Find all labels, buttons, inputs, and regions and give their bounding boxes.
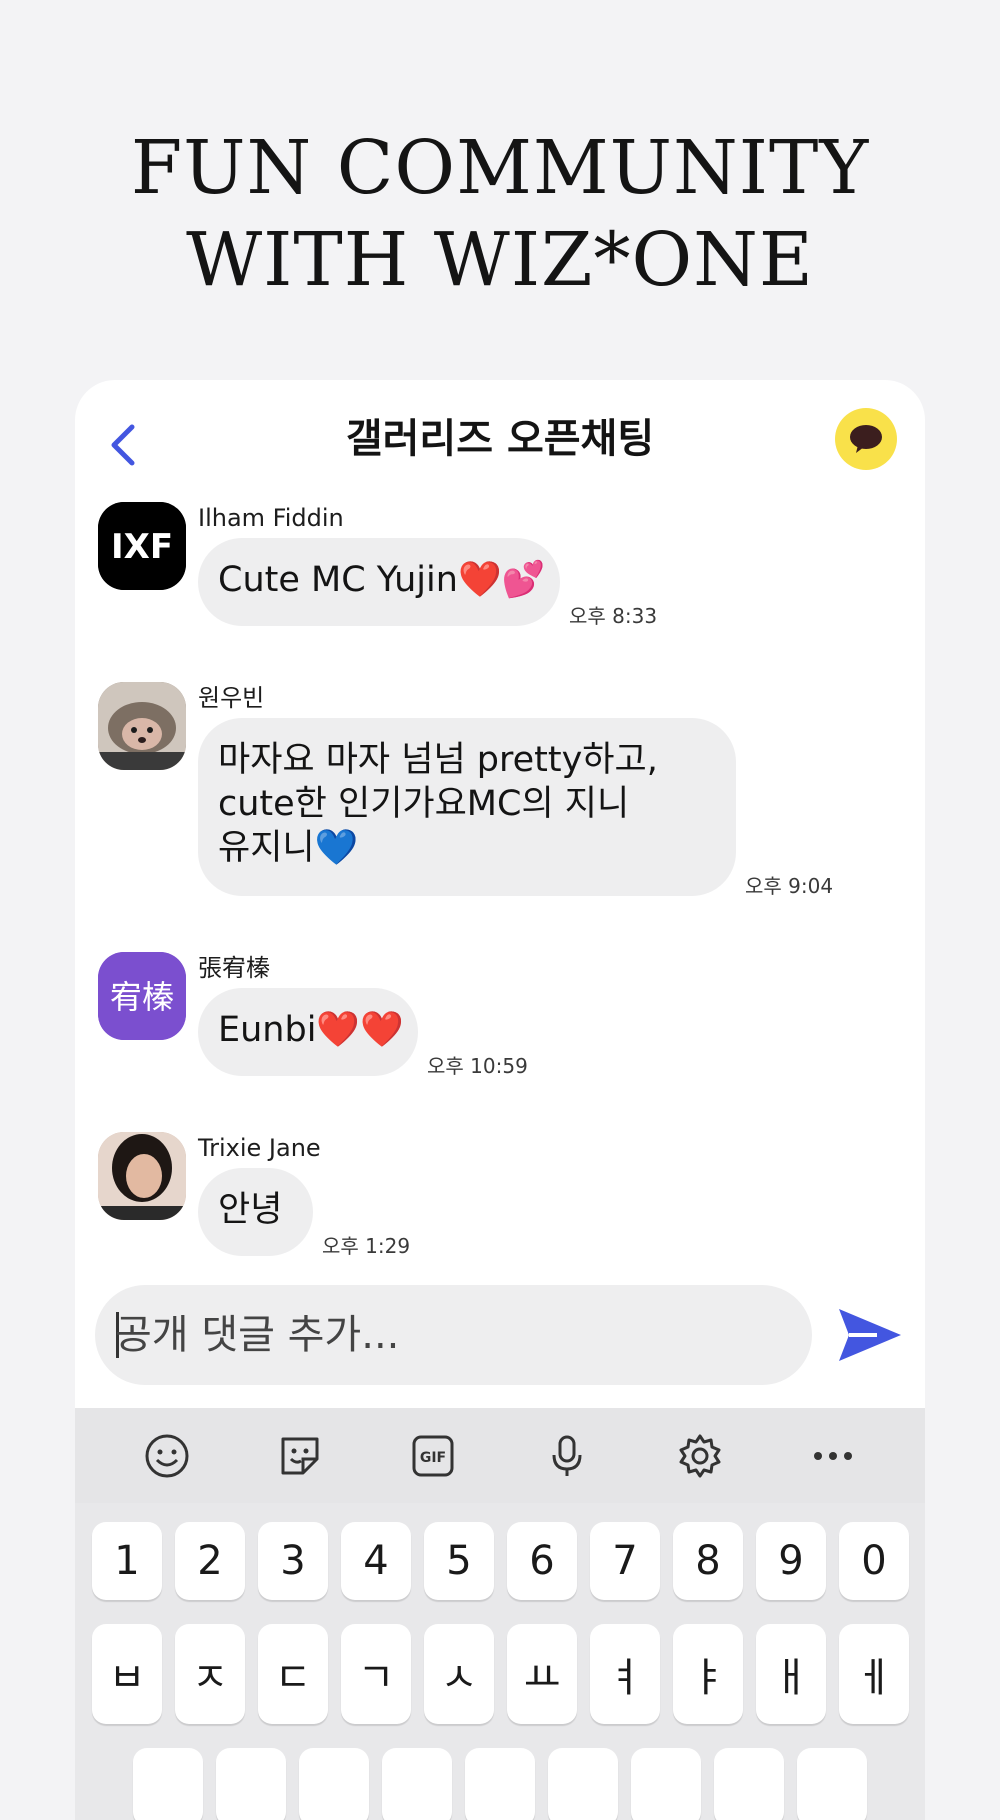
message-bubble[interactable]: Eunbi❤️❤️ xyxy=(198,988,418,1076)
avatar[interactable] xyxy=(98,1132,186,1220)
key-yo[interactable]: ㅛ xyxy=(507,1624,577,1724)
partial-key-row xyxy=(133,1748,909,1820)
more-icon xyxy=(814,1451,853,1460)
partial-key[interactable] xyxy=(382,1748,452,1820)
headline-line-2: WITH WIZ*ONE xyxy=(186,217,814,303)
comment-input[interactable]: 공개 댓글 추가... xyxy=(95,1285,812,1385)
key-e[interactable]: ㅔ xyxy=(839,1624,909,1724)
message-text-line: 유지니💙 xyxy=(218,828,359,868)
letter-row: ㅂ ㅈ ㄷ ㄱ ㅅ ㅛ ㅕ ㅑ ㅐ ㅔ xyxy=(92,1624,909,1724)
message-text: Eunbi❤️❤️ xyxy=(218,1010,404,1050)
sticker-icon xyxy=(281,1437,319,1474)
partial-key[interactable] xyxy=(714,1748,784,1820)
partial-key[interactable] xyxy=(299,1748,369,1820)
key-4[interactable]: 4 xyxy=(341,1522,411,1600)
key-9[interactable]: 9 xyxy=(756,1522,826,1600)
key-ya[interactable]: ㅑ xyxy=(673,1624,743,1724)
message-text: Cute MC Yujin❤️💕 xyxy=(218,560,546,600)
avatar[interactable]: 宥榛 xyxy=(98,952,186,1040)
key-bieup[interactable]: ㅂ xyxy=(92,1624,162,1724)
sticker-button[interactable] xyxy=(270,1426,330,1486)
avatar-initials-text: 宥榛 xyxy=(110,978,174,1016)
kakao-chat-button[interactable] xyxy=(835,408,897,470)
partial-key[interactable] xyxy=(216,1748,286,1820)
message-text: 안녕 xyxy=(218,1190,283,1230)
more-button[interactable] xyxy=(803,1426,863,1486)
key-7[interactable]: 7 xyxy=(590,1522,660,1600)
message-bubble[interactable]: Cute MC Yujin❤️💕 xyxy=(198,538,560,626)
partial-key[interactable] xyxy=(465,1748,535,1820)
partial-key[interactable] xyxy=(631,1748,701,1820)
key-1[interactable]: 1 xyxy=(92,1522,162,1600)
emoji-button[interactable] xyxy=(137,1426,197,1486)
key-0[interactable]: 0 xyxy=(839,1522,909,1600)
message-time: 오후 9:04 xyxy=(745,874,834,898)
profile-photo-icon xyxy=(98,1132,186,1220)
message-time: 오후 10:59 xyxy=(427,1054,528,1078)
message-bubble[interactable]: 안녕 xyxy=(198,1168,313,1256)
keyboard: GIF 1 2 3 4 5 6 7 8 9 0 ㅂ ㅈ ㄷ ㄱ ㅅ ㅛ ㅕ ㅑ … xyxy=(75,1408,925,1820)
key-yeo[interactable]: ㅕ xyxy=(590,1624,660,1724)
gif-button[interactable]: GIF xyxy=(403,1426,463,1486)
avatar[interactable] xyxy=(98,682,186,770)
partial-key[interactable] xyxy=(797,1748,867,1820)
key-jieut[interactable]: ㅈ xyxy=(175,1624,245,1724)
message-text-line: 마자요 마자 넘넘 pretty하고, xyxy=(218,740,658,780)
key-giyeok[interactable]: ㄱ xyxy=(341,1624,411,1724)
key-2[interactable]: 2 xyxy=(175,1522,245,1600)
microphone-icon xyxy=(552,1435,582,1476)
hedgehog-photo-icon xyxy=(98,682,186,770)
keyboard-keys: 1 2 3 4 5 6 7 8 9 0 ㅂ ㅈ ㄷ ㄱ ㅅ ㅛ ㅕ ㅑ ㅐ ㅔ xyxy=(92,1522,909,1820)
key-8[interactable]: 8 xyxy=(673,1522,743,1600)
sender-name: Ilham Fiddin xyxy=(198,504,344,532)
key-5[interactable]: 5 xyxy=(424,1522,494,1600)
key-3[interactable]: 3 xyxy=(258,1522,328,1600)
emoji-icon xyxy=(145,1434,189,1477)
chat-card: 갤러리즈 오픈채팅 IXF Ilham Fiddin Cute MC Yujin… xyxy=(75,380,925,1820)
sender-name: 원우빈 xyxy=(198,684,265,712)
gif-label: GIF xyxy=(420,1450,446,1466)
sender-name: Trixie Jane xyxy=(198,1134,321,1162)
key-siot[interactable]: ㅅ xyxy=(424,1624,494,1724)
key-ae[interactable]: ㅐ xyxy=(756,1624,826,1724)
headline-line-1: FUN COMMUNITY xyxy=(130,125,870,211)
ixf-logo-icon: IXF xyxy=(98,502,186,590)
send-icon xyxy=(839,1309,901,1361)
partial-key[interactable] xyxy=(133,1748,203,1820)
sender-name: 張宥榛 xyxy=(198,954,270,982)
keyboard-toolbar: GIF xyxy=(75,1408,925,1503)
voice-input-button[interactable] xyxy=(537,1426,597,1486)
comment-placeholder: 공개 댓글 추가... xyxy=(115,1312,400,1358)
partial-key[interactable] xyxy=(548,1748,618,1820)
key-digeut[interactable]: ㄷ xyxy=(258,1624,328,1724)
chat-title: 갤러리즈 오픈채팅 xyxy=(345,416,655,462)
message-bubble[interactable]: 마자요 마자 넘넘 pretty하고, cute한 인기가요MC의 지니 유지니… xyxy=(198,718,736,896)
send-button[interactable] xyxy=(835,1300,905,1370)
message-time: 오후 1:29 xyxy=(322,1234,411,1258)
speech-bubble-icon xyxy=(850,425,882,453)
keyboard-settings-button[interactable] xyxy=(670,1426,730,1486)
initials-avatar-icon: 宥榛 xyxy=(98,952,186,1040)
message-text-line: cute한 인기가요MC의 지니 xyxy=(218,784,630,824)
number-row: 1 2 3 4 5 6 7 8 9 0 xyxy=(92,1522,909,1600)
settings-icon xyxy=(679,1434,721,1477)
avatar[interactable]: IXF xyxy=(98,502,186,590)
key-6[interactable]: 6 xyxy=(507,1522,577,1600)
gif-icon: GIF xyxy=(412,1435,454,1476)
headline: FUN COMMUNITY WITH WIZ*ONE xyxy=(0,122,1000,306)
ixf-logo-text: IXF xyxy=(111,527,173,567)
message-time: 오후 8:33 xyxy=(569,604,658,628)
